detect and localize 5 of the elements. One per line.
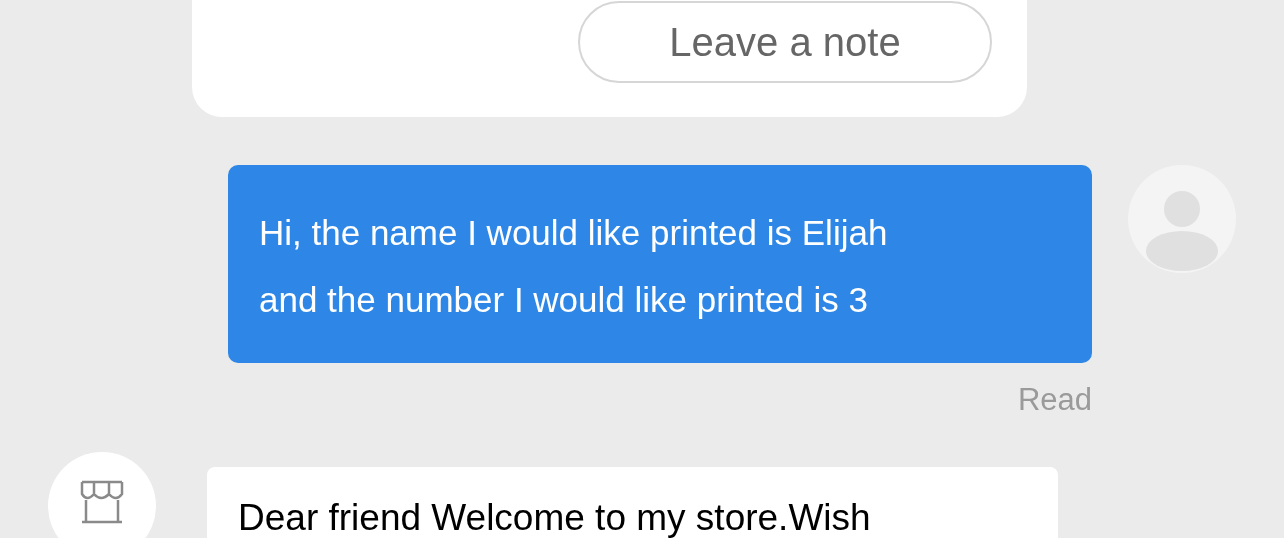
read-status: Read xyxy=(1017,381,1092,419)
storefront-icon xyxy=(79,479,125,526)
message-text: Dear friend Welcome to my store.Wish xyxy=(238,495,872,538)
message-bubble: Hi, the name I would like printed is Elijah and the number I would like printed is 3 xyxy=(228,165,1092,363)
leave-note-button[interactable]: Leave a note xyxy=(578,1,992,83)
